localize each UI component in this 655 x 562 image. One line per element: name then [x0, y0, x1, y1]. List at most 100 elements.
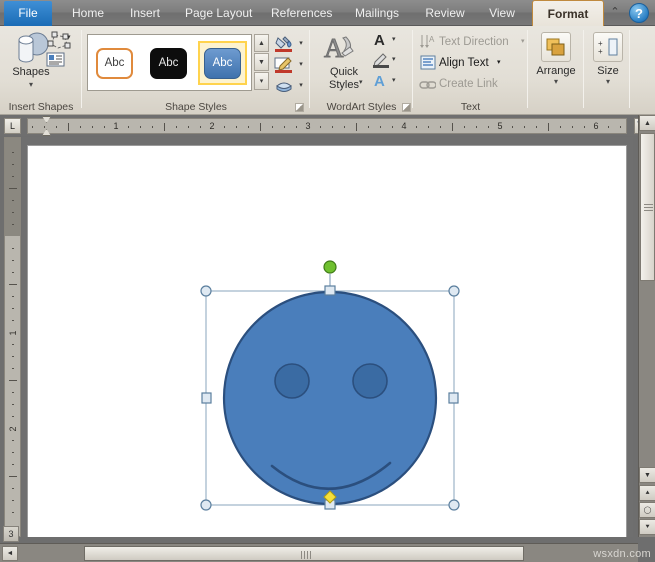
svg-text:A: A	[374, 32, 385, 48]
group-text: A Text Direction ▾ Align Text ▾	[413, 26, 528, 115]
shapes-dropdown-arrow[interactable]: ▾	[6, 80, 56, 89]
link-icon	[418, 77, 436, 93]
tab-review[interactable]: Review	[416, 1, 474, 26]
ruler-tick	[260, 123, 261, 131]
watermark-text: wsxdn.com	[593, 548, 651, 560]
tab-stop-selector-button[interactable]: L	[4, 118, 21, 134]
tab-home[interactable]: Home	[62, 1, 114, 26]
size-dropdown-arrow[interactable]: ▾	[584, 77, 632, 86]
ruler-tick	[476, 126, 477, 128]
vruler-tick	[12, 164, 14, 165]
shape-effects-icon[interactable]	[274, 77, 294, 95]
vruler-tick	[12, 272, 14, 273]
ruler-tick	[416, 126, 417, 128]
tab-page-layout[interactable]: Page Layout	[176, 1, 258, 26]
shape-fill-dropdown-arrow[interactable]: ▾	[296, 35, 306, 53]
vruler-tick	[12, 464, 14, 465]
smiley-face-shape[interactable]	[200, 251, 460, 513]
text-direction-label: Text Direction	[439, 32, 509, 52]
horizontal-scrollbar-thumb[interactable]	[84, 546, 524, 561]
text-effects-dropdown-arrow[interactable]: ▾	[392, 76, 396, 84]
ruler-tick	[224, 126, 225, 128]
tab-format[interactable]: Format	[532, 0, 604, 27]
vruler-number: 2	[8, 423, 18, 435]
horizontal-ruler[interactable]: L 123456	[0, 115, 655, 136]
ruler-tick	[164, 123, 165, 131]
edit-shape-icon[interactable]: ▾	[46, 31, 72, 54]
ruler-tick	[200, 126, 201, 128]
tab-file[interactable]: File	[4, 1, 52, 26]
size-button[interactable]: + + Size ▾	[584, 30, 632, 86]
tab-view[interactable]: View	[480, 1, 524, 26]
gallery-scroll-up-button[interactable]: ▲	[254, 34, 269, 52]
ribbon: Shapes ▾ ▾	[0, 26, 655, 115]
arrange-button[interactable]: Arrange ▾	[532, 30, 580, 86]
vertical-ruler[interactable]: 12	[4, 137, 21, 537]
shape-outline-icon[interactable]	[274, 56, 294, 74]
vruler-tick	[12, 248, 14, 249]
ruler-tick	[512, 126, 513, 128]
vruler-tick	[12, 512, 14, 513]
shape-styles-gallery[interactable]: Abc Abc Abc	[87, 34, 252, 91]
vruler-tick	[12, 212, 14, 213]
tab-insert[interactable]: Insert	[120, 1, 170, 26]
tab-references[interactable]: References	[262, 1, 338, 26]
text-fill-icon[interactable]: A	[372, 31, 390, 51]
tab-mailings[interactable]: Mailings	[344, 1, 410, 26]
selected-shape-smiley-face[interactable]	[200, 251, 460, 513]
text-direction-dropdown-arrow[interactable]: ▾	[521, 32, 525, 52]
text-outline-icon[interactable]	[372, 51, 390, 72]
ruler-tick	[236, 126, 237, 128]
shape-style-1[interactable]: Abc	[91, 42, 138, 84]
group-wordart-styles: A Quick Styles ▾ A ▾ ▾	[310, 26, 413, 115]
align-text-label: Align Text	[439, 53, 489, 73]
shape-outline-dropdown-arrow[interactable]: ▾	[296, 56, 306, 74]
ruler-tick	[80, 126, 81, 128]
arrange-dropdown-arrow[interactable]: ▾	[532, 77, 580, 86]
vertical-scrollbar[interactable]: ▲ ▼ ⯅ ◯ ⯆	[638, 115, 655, 537]
wordart-icon: A	[320, 31, 368, 65]
scroll-down-button[interactable]: ▼	[639, 467, 655, 483]
shape-effects-dropdown-arrow[interactable]: ▾	[296, 77, 306, 95]
vertical-scrollbar-thumb[interactable]	[640, 133, 655, 281]
wordart-styles-dialog-launcher[interactable]	[402, 103, 411, 112]
scroll-left-button[interactable]: ◄	[2, 546, 18, 561]
shape-fill-icon[interactable]	[274, 35, 294, 53]
text-fill-dropdown-arrow[interactable]: ▾	[392, 35, 396, 43]
text-box-icon[interactable]	[46, 52, 66, 71]
ruler-tick	[428, 126, 429, 128]
gallery-more-button[interactable]: ▾	[254, 72, 269, 90]
align-text-dropdown-arrow[interactable]: ▾	[497, 53, 501, 73]
group-label-insert-shapes: Insert Shapes	[0, 101, 82, 113]
ruler-number: 1	[109, 121, 123, 131]
horizontal-ruler-strip[interactable]: 123456	[27, 118, 627, 134]
shape-style-3[interactable]: Abc	[199, 42, 246, 84]
ribbon-tab-bar: File Home Insert Page Layout References …	[0, 0, 655, 26]
scroll-up-button[interactable]: ▲	[639, 115, 655, 131]
help-icon[interactable]: ?	[629, 3, 649, 23]
text-outline-dropdown-arrow[interactable]: ▾	[392, 55, 396, 63]
gallery-scroll-down-button[interactable]: ▼	[254, 53, 269, 71]
select-browse-object-button[interactable]: ◯	[639, 502, 655, 518]
group-shape-styles: Abc Abc Abc ▲ ▼ ▾	[82, 26, 310, 115]
shape-style-2[interactable]: Abc	[145, 42, 192, 84]
quick-styles-dropdown-arrow[interactable]: ▾	[359, 78, 363, 86]
vruler-tick	[9, 188, 17, 189]
next-page-button[interactable]: ⯆	[639, 519, 655, 535]
ruler-tick	[536, 126, 537, 128]
divider	[629, 30, 630, 108]
horizontal-scrollbar[interactable]: ◄	[0, 543, 638, 562]
ruler-tick	[608, 126, 609, 128]
ruler-tick	[56, 126, 57, 128]
group-label-shape-styles: Shape Styles	[82, 101, 310, 113]
ruler-tick	[524, 126, 525, 128]
previous-page-button[interactable]: ⯅	[639, 485, 655, 501]
ruler-tick	[464, 126, 465, 128]
document-page[interactable]	[27, 145, 627, 537]
chevron-up-icon[interactable]: ⌃	[607, 5, 623, 21]
text-effects-icon[interactable]: A	[372, 72, 390, 92]
shape-styles-dialog-launcher[interactable]	[295, 103, 304, 112]
ruler-tick	[344, 126, 345, 128]
vruler-tick	[12, 296, 14, 297]
document-canvas[interactable]	[22, 137, 633, 537]
